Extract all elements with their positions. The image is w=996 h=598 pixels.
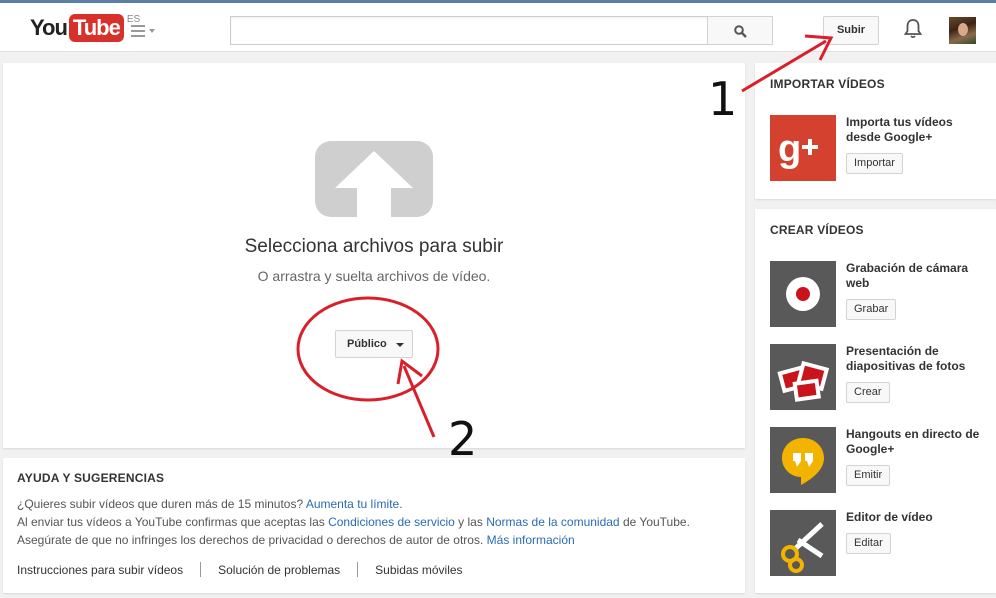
import-button[interactable]: Importar	[846, 153, 903, 174]
privacy-dropdown-label: Público	[347, 338, 387, 350]
video-editor-icon[interactable]	[770, 510, 836, 576]
upload-panel[interactable]: Selecciona archivos para subir O arrastr…	[3, 63, 745, 448]
photo-slideshow-label: Presentación de diapositivas de fotos	[846, 344, 966, 373]
youtube-logo[interactable]: You Tube ES	[30, 14, 140, 44]
search-button[interactable]	[707, 16, 773, 45]
search-input[interactable]	[230, 16, 708, 45]
create-title: CREAR VÍDEOS	[770, 223, 864, 237]
community-guidelines-link[interactable]: Normas de la comunidad	[486, 515, 619, 529]
masthead: You Tube ES Subir	[0, 3, 996, 52]
logo-you-text: You	[30, 15, 68, 40]
mobile-uploads-link[interactable]: Subidas móviles	[375, 563, 462, 577]
divider	[357, 562, 359, 577]
notifications-bell-icon[interactable]	[903, 18, 923, 44]
broadcast-button[interactable]: Emitir	[846, 465, 891, 486]
increase-limit-link[interactable]: Aumenta tu límite.	[306, 497, 403, 511]
divider	[200, 562, 202, 577]
chevron-down-icon	[396, 343, 404, 347]
video-editor-label: Editor de vídeo	[846, 510, 933, 524]
photo-slideshow-item: Presentación de diapositivas de fotos Cr…	[770, 344, 990, 410]
hangouts-icon[interactable]	[770, 427, 836, 493]
search-bar	[230, 16, 773, 45]
record-button[interactable]: Grabar	[846, 299, 897, 320]
webcam-record-icon[interactable]	[770, 261, 836, 327]
webcam-record-label: Grabación de cámara web	[846, 261, 969, 290]
import-label: Importa tus vídeos desde Google+	[846, 115, 953, 144]
edit-button[interactable]: Editar	[846, 533, 891, 554]
import-videos-panel: IMPORTAR VÍDEOS g Importa tus vídeos des…	[755, 63, 996, 199]
annotation-number-2: 2	[448, 412, 478, 466]
upload-subtitle: O arrastra y suelta archivos de vídeo.	[257, 268, 491, 284]
create-videos-panel: CREAR VÍDEOS Grabación de cámara web Gra…	[755, 209, 996, 593]
help-line-1: ¿Quieres subir vídeos que duren más de 1…	[17, 497, 403, 511]
video-editor-item: Editor de vídeo Editar	[770, 510, 990, 576]
upload-arrow-icon[interactable]	[315, 141, 433, 217]
upload-instructions-link[interactable]: Instrucciones para subir vídeos	[17, 563, 183, 577]
upload-button[interactable]: Subir	[823, 16, 879, 45]
help-footer-links: Instrucciones para subir vídeos Solución…	[17, 562, 463, 577]
svg-text:g: g	[778, 128, 801, 170]
create-button[interactable]: Crear	[846, 382, 890, 403]
user-avatar[interactable]	[949, 17, 976, 44]
privacy-dropdown[interactable]: Público	[335, 330, 413, 358]
terms-of-service-link[interactable]: Condiciones de servicio	[328, 515, 455, 529]
more-info-link[interactable]: Más información	[487, 533, 575, 547]
help-panel: AYUDA Y SUGERENCIAS ¿Quieres subir vídeo…	[3, 458, 745, 593]
annotation-number-1: 1	[708, 72, 738, 126]
help-line-2: Al enviar tus vídeos a YouTube confirmas…	[17, 515, 690, 529]
hangouts-label: Hangouts en directo de Google+	[846, 427, 980, 456]
webcam-record-item: Grabación de cámara web Grabar	[770, 261, 990, 327]
help-line-3: Asegúrate de que no infringes los derech…	[17, 533, 575, 547]
upload-title: Selecciona archivos para subir	[244, 236, 504, 257]
guide-menu-icon[interactable]	[131, 24, 155, 38]
help-title: AYUDA Y SUGERENCIAS	[17, 471, 165, 485]
import-google-plus-item: g Importa tus vídeos desde Google+ Impor…	[770, 115, 990, 181]
photo-slideshow-icon[interactable]	[770, 344, 836, 410]
logo-tube-text: Tube	[68, 14, 124, 42]
troubleshooting-link[interactable]: Solución de problemas	[218, 563, 340, 577]
google-plus-icon[interactable]: g	[770, 115, 836, 181]
hangouts-item: Hangouts en directo de Google+ Emitir	[770, 427, 990, 493]
search-icon	[734, 25, 747, 38]
import-title: IMPORTAR VÍDEOS	[770, 77, 885, 91]
